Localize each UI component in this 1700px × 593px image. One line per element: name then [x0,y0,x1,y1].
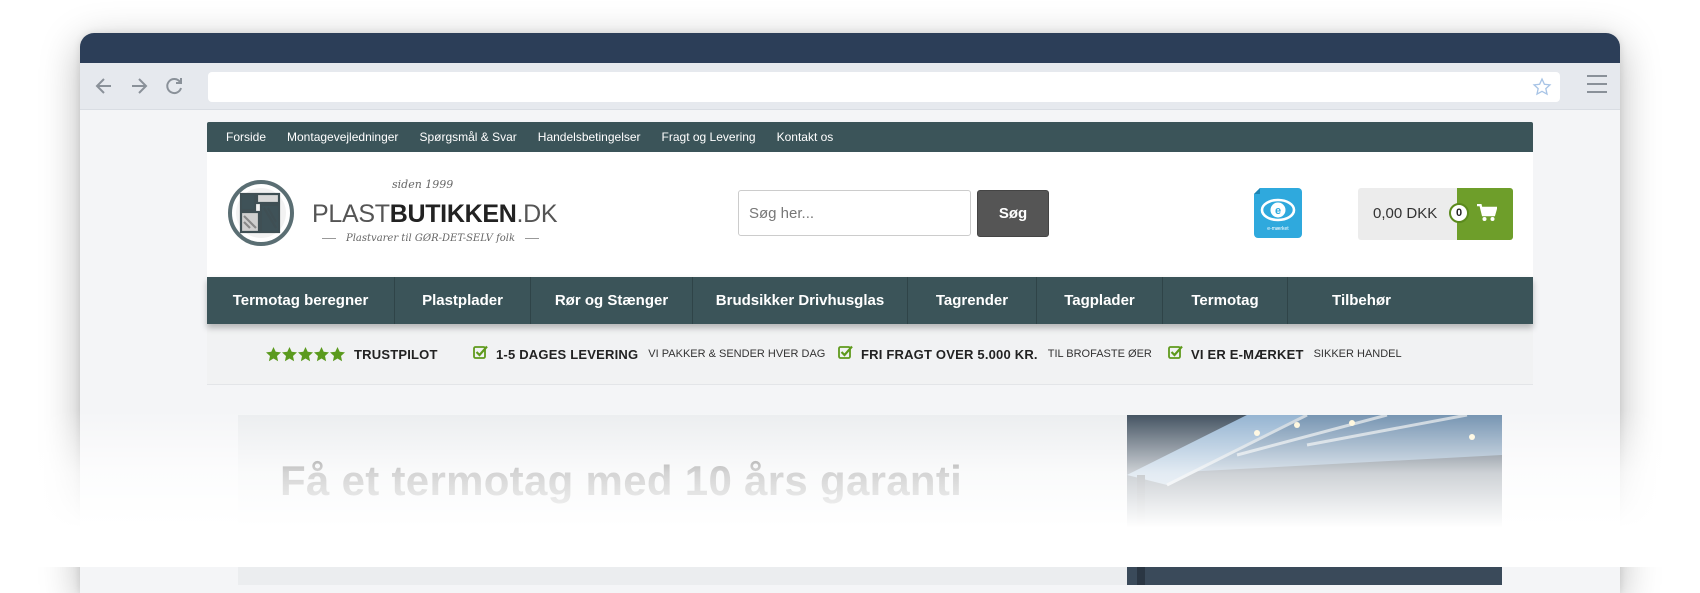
hero-image-patio-roof [1127,415,1502,585]
search-input[interactable] [738,190,971,236]
usp-trustpilot[interactable]: TRUSTPILOT [266,324,438,384]
nav-brudsikker-drivhusglas[interactable]: Brudsikker Drivhusglas [693,277,908,324]
toplink-kontakt[interactable]: Kontakt os [777,130,834,144]
hamburger-menu-icon[interactable] [1586,73,1608,100]
emaerket-badge[interactable]: e e-mærket [1254,188,1302,243]
logo-tagline-row: Plastvarer til GØR-DET-SELV folk [312,233,549,244]
usp-delivery-title: 1-5 DAGES LEVERING [496,346,639,362]
nav-termotag-beregner[interactable]: Termotag beregner [207,277,395,324]
site-header: siden 1999 PLASTBUTIKKEN.DK Plastvarer t… [207,152,1533,277]
logo-tagline: Plastvarer til GØR-DET-SELV folk [346,233,516,244]
usp-emaerket-sub: SIKKER HANDEL [1313,348,1402,360]
usp-bar: TRUSTPILOT 1-5 DAGES LEVERING VI PAKKER … [207,324,1533,385]
toplink-fragt-levering[interactable]: Fragt og Levering [662,130,756,144]
usp-emaerket: VI ER E-MÆRKET SIKKER HANDEL [1168,324,1402,384]
reload-icon[interactable] [160,72,188,100]
nav-roer-staenger[interactable]: Rør og Stænger [531,277,693,324]
usp-emaerket-title: VI ER E-MÆRKET [1191,346,1304,362]
hero-banner[interactable]: Få et termotag med 10 års garanti [207,385,1533,585]
nav-plastplader[interactable]: Plastplader [395,277,531,324]
logo-name-light: PLAST [312,200,390,228]
bookmark-star-icon[interactable] [1532,77,1552,102]
usp-free-shipping-sub: TIL BROFASTE ØER [1047,348,1152,360]
forward-arrow-icon[interactable] [125,72,153,100]
nav-tagplader[interactable]: Tagplader [1037,277,1163,324]
logo-name-tld: .DK [516,200,558,228]
cart-button[interactable]: 0 [1449,188,1513,240]
cart-widget[interactable]: 0,00 DKK 0 [1358,188,1513,240]
hero-headline: Få et termotag med 10 års garanti [280,457,963,504]
top-links-bar: Forside Montagevejledninger Spørgsmål & … [207,122,1533,152]
checkbox-check-icon [473,345,488,364]
main-category-nav: Termotag beregner Plastplader Rør og Stæ… [207,277,1533,324]
logo-emblem-icon[interactable] [228,180,294,251]
toplink-handelsbetingelser[interactable]: Handelsbetingelser [538,130,641,144]
checkbox-check-icon [1168,345,1183,364]
nav-tagrender[interactable]: Tagrender [908,277,1037,324]
browser-window: Forside Montagevejledninger Spørgsmål & … [80,33,1620,593]
toplink-montagevejledninger[interactable]: Montagevejledninger [287,130,398,144]
browser-titlebar [80,33,1620,63]
nav-tilbehoer[interactable]: Tilbehør [1288,277,1435,324]
emaerket-label: e-mærket [1267,226,1289,232]
trustpilot-stars-icon [266,346,346,362]
usp-delivery: 1-5 DAGES LEVERING VI PAKKER & SENDER HV… [473,324,825,384]
browser-toolbar [80,63,1620,110]
back-arrow-icon[interactable] [90,72,118,100]
toplink-spoergsmaal-svar[interactable]: Spørgsmål & Svar [419,130,516,144]
usp-free-shipping: FRI FRAGT OVER 5.000 KR. TIL BROFASTE ØE… [838,324,1152,384]
logo-since: siden 1999 [392,178,454,191]
trustpilot-label: TRUSTPILOT [354,346,438,362]
svg-text:e: e [1275,205,1281,217]
usp-delivery-sub: VI PAKKER & SENDER HVER DAG [648,348,826,360]
nav-termotag[interactable]: Termotag [1163,277,1288,324]
address-bar[interactable] [208,72,1560,102]
logo-name-bold: BUTIKKEN [389,200,517,228]
shopping-cart-icon [1477,203,1498,227]
website: Forside Montagevejledninger Spørgsmål & … [207,122,1533,585]
cart-count-badge: 0 [1449,203,1469,223]
search-button[interactable]: Søg [977,190,1049,237]
checkbox-check-icon [838,345,853,364]
cart-total: 0,00 DKK [1373,205,1438,222]
toplink-forside[interactable]: Forside [226,130,266,144]
usp-free-shipping-title: FRI FRAGT OVER 5.000 KR. [861,346,1038,362]
logo-wordmark[interactable]: PLASTBUTIKKEN.DK [312,200,558,229]
